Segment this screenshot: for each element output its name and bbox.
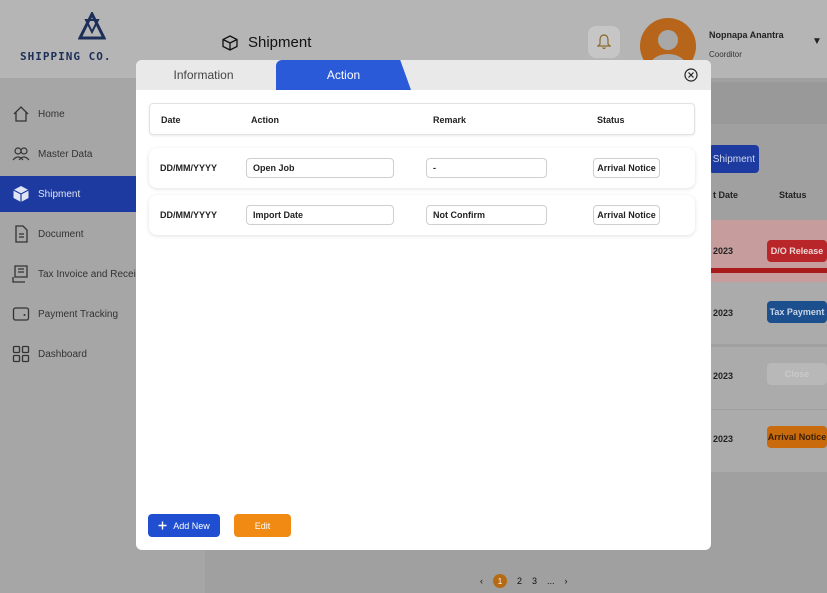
tab-action[interactable]: Action <box>276 60 411 90</box>
tab-information[interactable]: Information <box>136 60 271 90</box>
users-icon <box>12 147 30 161</box>
prev-page-button[interactable]: ‹ <box>480 576 483 586</box>
column-header-date: Date <box>161 115 181 125</box>
sidebar-item-label: Payment Tracking <box>38 308 119 320</box>
user-role: Coorditor <box>709 50 742 59</box>
column-header-date: t Date <box>713 190 739 200</box>
dashboard-icon <box>12 345 30 363</box>
new-shipment-button[interactable]: Shipment <box>709 145 759 173</box>
close-icon[interactable] <box>684 68 698 82</box>
plus-icon <box>158 521 167 530</box>
sidebar-item-label: Dashboard <box>38 348 87 360</box>
sidebar-item-label: Document <box>38 228 84 240</box>
sidebar-item-label: Home <box>38 108 65 120</box>
action-field[interactable]: Open Job <box>246 158 394 178</box>
bell-icon <box>597 34 611 50</box>
page-title: Shipment <box>248 34 312 51</box>
remark-field[interactable]: Not Confirm <box>426 205 547 225</box>
page-2-button[interactable]: 2 <box>517 576 522 586</box>
sidebar-item-label: Tax Invoice and Receipt <box>38 268 145 280</box>
add-new-button[interactable]: Add New <box>148 514 220 537</box>
notification-button[interactable] <box>588 26 620 58</box>
status-field[interactable]: Arrival Notice <box>593 205 660 225</box>
table-row[interactable]: DD/MM/YYYY Import Date Not Confirm Arriv… <box>149 195 695 235</box>
status-badge: D/O Release <box>767 240 827 262</box>
row-date: 2023 <box>713 434 734 444</box>
sidebar-item-label: Master Data <box>38 148 93 160</box>
table-row[interactable]: DD/MM/YYYY Open Job - Arrival Notice <box>149 148 695 188</box>
pagination: ‹ 1 2 3 ... › <box>480 574 568 588</box>
caret-down-icon[interactable]: ▼ <box>812 36 822 47</box>
status-badge: Tax Payment <box>767 301 827 323</box>
edit-button[interactable]: Edit <box>234 514 291 537</box>
add-new-label: Add New <box>173 520 210 531</box>
page-3-button[interactable]: 3 <box>532 576 537 586</box>
table-header: Date Action Remark Status <box>149 103 695 135</box>
next-page-button[interactable]: › <box>565 576 568 586</box>
sidebar-item-label: Shipment <box>38 188 81 200</box>
page-ellipsis: ... <box>547 576 555 586</box>
row-date: 2023 <box>713 371 734 381</box>
remark-field[interactable]: - <box>426 158 547 178</box>
wallet-icon <box>12 307 30 321</box>
row-date: DD/MM/YYYY <box>160 163 218 173</box>
user-name: Nopnapa Anantra <box>709 30 784 40</box>
page-1-button[interactable]: 1 <box>493 574 507 588</box>
row-date: 2023 <box>713 246 734 256</box>
home-icon <box>13 106 29 122</box>
page-heading: Shipment <box>222 34 311 51</box>
document-icon <box>15 225 28 243</box>
box-icon <box>13 186 29 202</box>
row-date: 2023 <box>713 308 734 318</box>
action-field[interactable]: Import Date <box>246 205 394 225</box>
status-field[interactable]: Arrival Notice <box>593 158 660 178</box>
column-header-status: Status <box>779 190 807 200</box>
row-highlight <box>709 268 827 273</box>
column-header-action: Action <box>251 115 279 125</box>
status-badge: Arrival Notice <box>767 426 827 448</box>
status-badge: Close <box>767 363 827 385</box>
row-date: DD/MM/YYYY <box>160 210 218 220</box>
box-icon <box>222 34 238 51</box>
column-header-status: Status <box>597 115 625 125</box>
logo-mark-icon <box>78 12 106 40</box>
receipt-icon <box>12 265 28 283</box>
modal-tabs: Information Action <box>136 60 711 90</box>
action-modal: Information Action Date Action Remark St… <box>136 60 711 550</box>
column-header-remark: Remark <box>433 115 467 125</box>
